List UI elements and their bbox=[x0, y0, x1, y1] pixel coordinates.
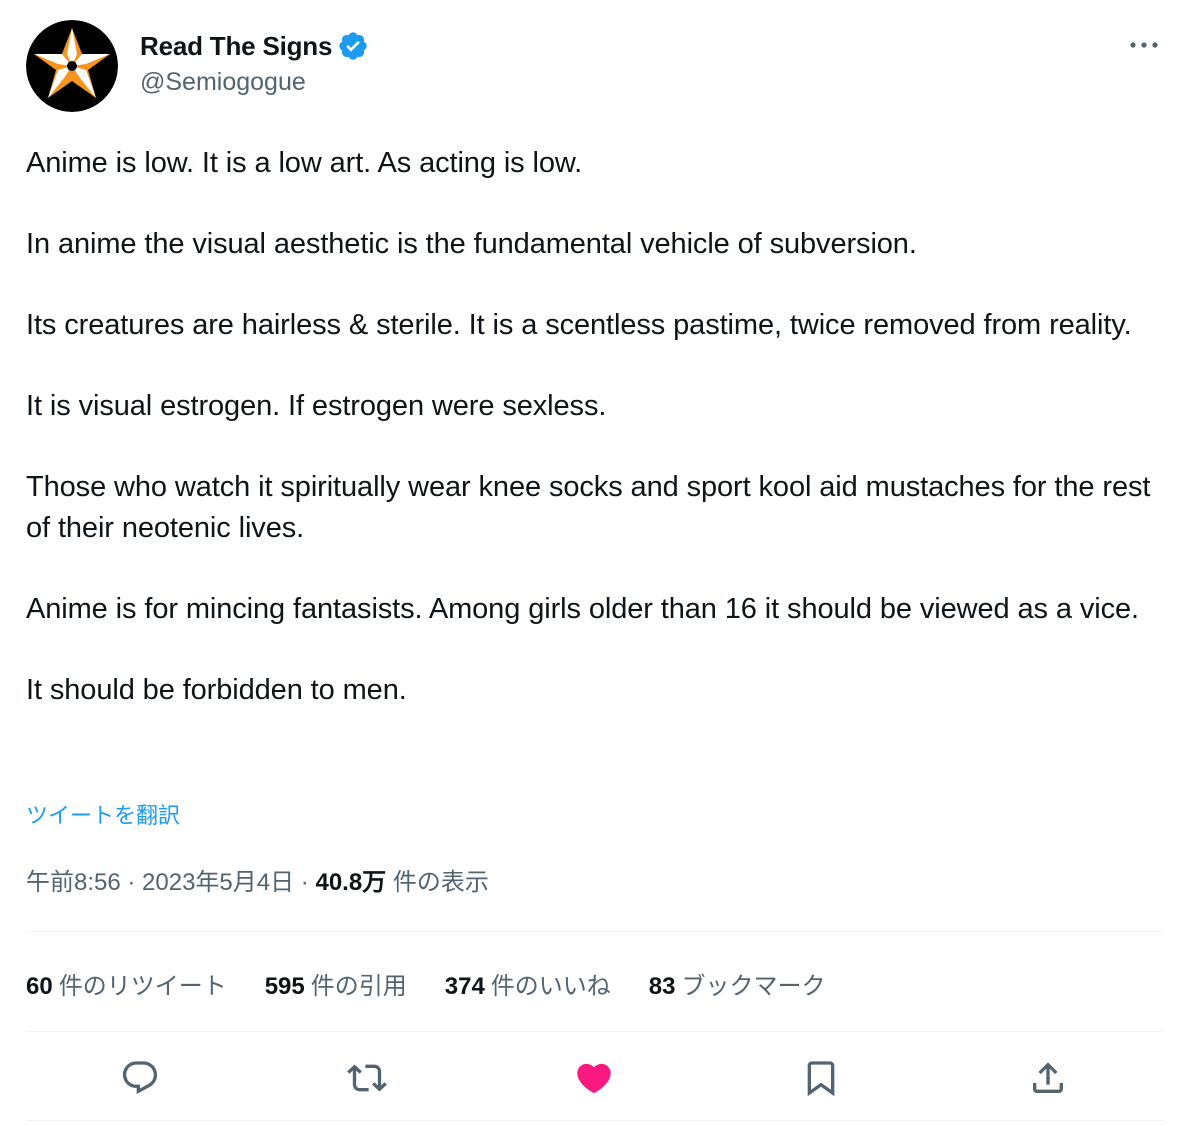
share-button[interactable] bbox=[1024, 1054, 1072, 1102]
quotes-label: 件の引用 bbox=[310, 973, 407, 1000]
divider bbox=[26, 1031, 1164, 1032]
share-icon bbox=[1033, 1062, 1063, 1093]
more-options-button[interactable] bbox=[1124, 30, 1164, 60]
tweet-meta: 午前8:56 · 2023年5月4日 · 40.8万 件の表示 bbox=[26, 862, 489, 897]
retweet-icon bbox=[347, 1064, 387, 1092]
star-emblem-avatar-icon bbox=[26, 20, 118, 112]
views-label: 件の表示 bbox=[386, 869, 489, 896]
tweet-paragraph: Its creatures are hairless & sterile. It… bbox=[26, 309, 1132, 341]
verified-badge-icon bbox=[339, 32, 367, 60]
heart-icon bbox=[577, 1063, 611, 1094]
retweets-stat[interactable]: 60 件のリツイート bbox=[26, 966, 227, 1001]
tweet-date[interactable]: 2023年5月4日 bbox=[142, 869, 294, 896]
likes-stat[interactable]: 374 件のいいね bbox=[445, 966, 611, 1001]
avatar[interactable] bbox=[26, 20, 118, 112]
bookmarks-label: ブックマーク bbox=[681, 973, 826, 1000]
like-button[interactable] bbox=[570, 1054, 618, 1102]
tweet-stats: 60 件のリツイート 595 件の引用 374 件のいいね 83 ブックマーク bbox=[26, 966, 864, 1001]
likes-label: 件のいいね bbox=[490, 973, 611, 1000]
tweet-paragraph: Those who watch it spiritually wear knee… bbox=[26, 471, 1151, 544]
retweet-button[interactable] bbox=[343, 1054, 391, 1102]
tweet-paragraph: It is visual estrogen. If estrogen were … bbox=[26, 390, 607, 422]
tweet-text: Anime is low. It is a low art. As acting… bbox=[26, 143, 1166, 710]
meta-separator: · bbox=[294, 869, 316, 896]
divider bbox=[26, 931, 1164, 932]
divider bbox=[26, 1120, 1164, 1121]
tweet-paragraph: It should be forbidden to men. bbox=[26, 673, 407, 706]
views-count: 40.8万 bbox=[315, 869, 387, 896]
bookmarks-stat[interactable]: 83 ブックマーク bbox=[649, 966, 826, 1001]
tweet-paragraph: Anime is low. It is a low art. As acting… bbox=[26, 147, 583, 179]
quotes-count: 595 bbox=[264, 973, 305, 1000]
more-icon bbox=[1130, 42, 1158, 48]
author-identity: Read The Signs @Semiogogue bbox=[140, 28, 369, 97]
translate-tweet-link[interactable]: ツイートを翻訳 bbox=[26, 798, 180, 830]
tweet-header: Read The Signs @Semiogogue bbox=[26, 20, 1164, 112]
quotes-stat[interactable]: 595 件の引用 bbox=[265, 966, 407, 1001]
tweet-paragraph: In anime the visual aesthetic is the fun… bbox=[26, 228, 917, 260]
author-handle[interactable]: @Semiogogue bbox=[140, 68, 369, 97]
bookmark-icon bbox=[807, 1061, 835, 1097]
meta-separator: · bbox=[120, 869, 143, 896]
tweet-actions bbox=[26, 1054, 1164, 1102]
retweets-label: 件のリツイート bbox=[58, 973, 227, 1000]
reply-button[interactable] bbox=[116, 1054, 164, 1102]
tweet-time[interactable]: 午前8:56 bbox=[26, 869, 121, 896]
retweets-count: 60 bbox=[26, 973, 53, 1000]
bookmarks-count: 83 bbox=[648, 973, 676, 1000]
likes-count: 374 bbox=[444, 973, 485, 1000]
reply-icon bbox=[122, 1061, 158, 1095]
bookmark-button[interactable] bbox=[797, 1054, 845, 1102]
display-name[interactable]: Read The Signs bbox=[140, 31, 332, 62]
tweet-paragraph: Anime is for mincing fantasists. Among g… bbox=[26, 592, 1139, 625]
